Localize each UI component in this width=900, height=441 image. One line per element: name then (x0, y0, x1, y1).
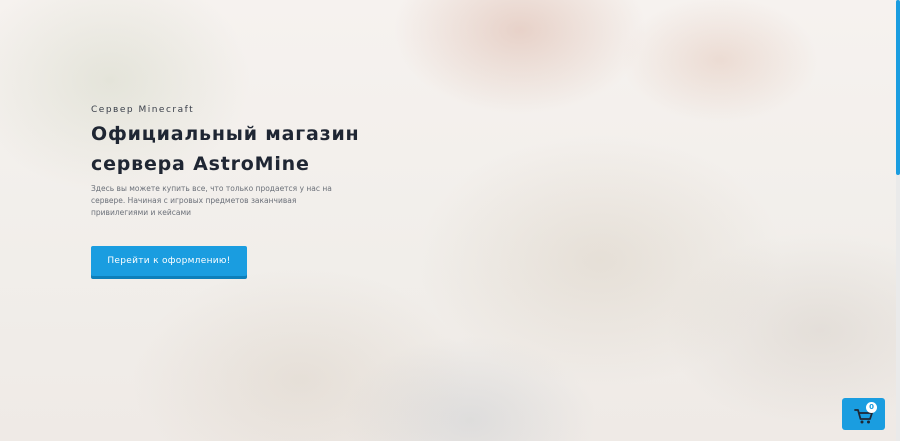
scrollbar[interactable] (896, 0, 900, 441)
cart-button[interactable]: 0 (842, 398, 885, 430)
hero-description: Здесь вы можете купить все, что только п… (91, 184, 332, 217)
background-image (0, 0, 900, 441)
page: Сервер Minecraft Официальный магазин сер… (0, 0, 900, 441)
scrollbar-thumb[interactable] (896, 0, 900, 175)
checkout-button[interactable]: Перейти к оформлению! (91, 246, 247, 276)
hero-title: Официальный магазин сервера AstroMine (91, 119, 391, 179)
cart-count-badge: 0 (866, 402, 877, 413)
hero-title-line2: сервера AstroMine (91, 153, 310, 175)
hero-title-line1: Официальный магазин (91, 123, 360, 145)
hero-eyebrow: Сервер Minecraft (91, 105, 195, 115)
hero-section: Сервер Minecraft Официальный магазин сер… (91, 105, 391, 219)
